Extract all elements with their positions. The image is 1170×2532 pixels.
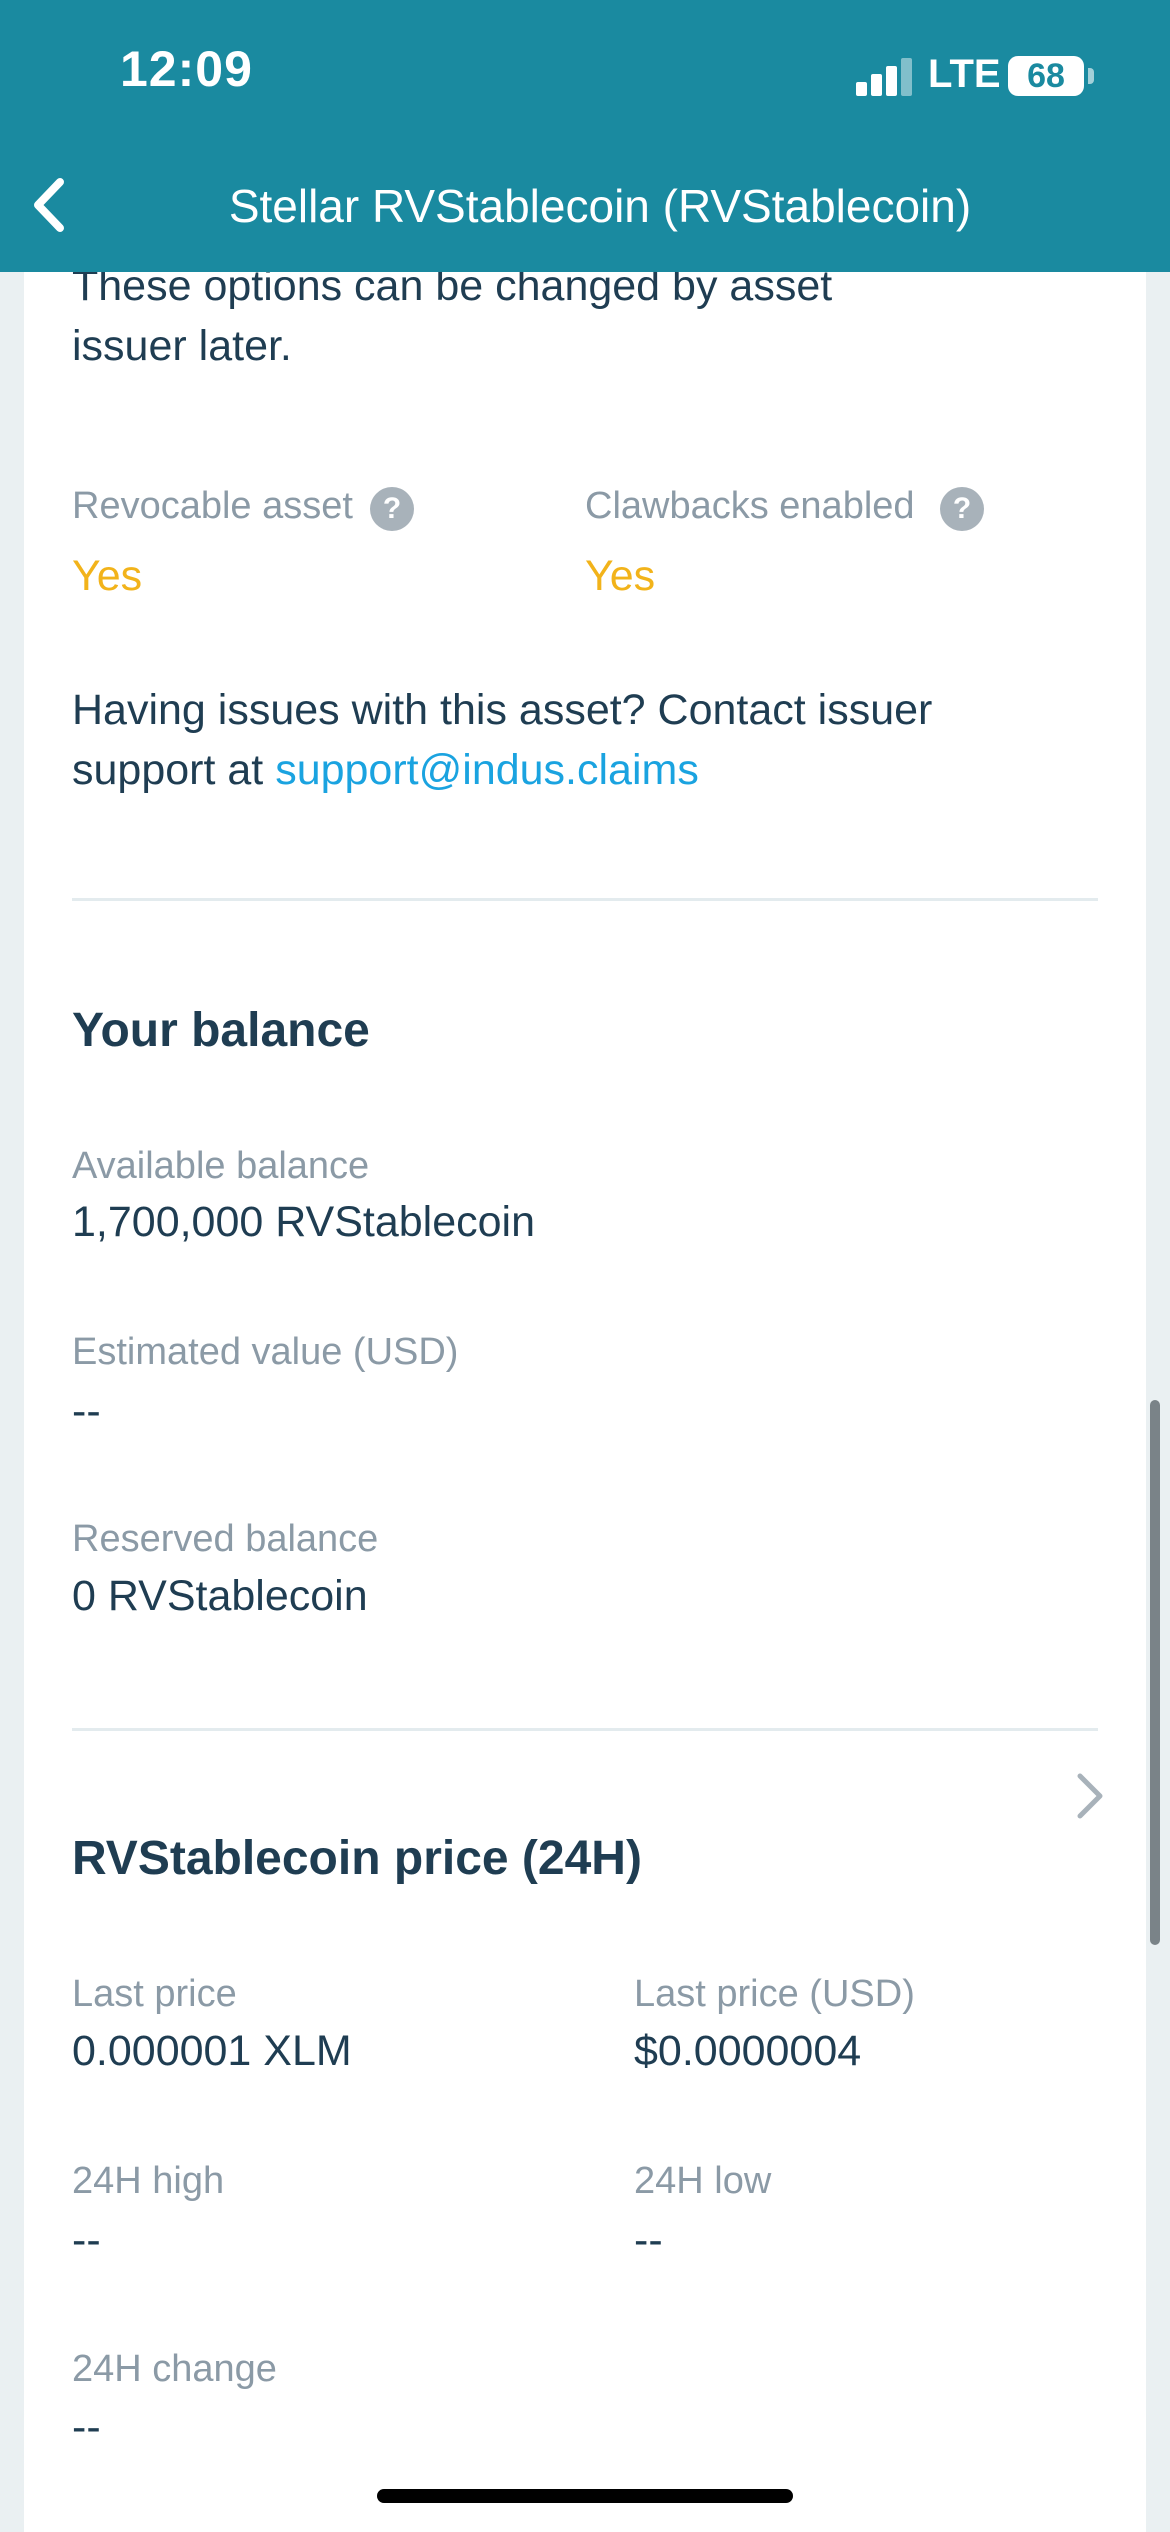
- last-price-value: 0.000001 XLM: [72, 2027, 352, 2075]
- network-type: LTE: [928, 52, 1001, 96]
- cellular-signal-icon: [856, 56, 912, 96]
- low-24h-value: --: [634, 2216, 663, 2264]
- back-arrow-icon[interactable]: [18, 170, 88, 240]
- revocable-help-icon[interactable]: ?: [370, 487, 414, 531]
- support-text-line2: support at support@indus.claims: [72, 740, 699, 800]
- support-prefix: support at: [72, 746, 276, 794]
- screen: These options can be changed by asset is…: [0, 0, 1170, 2532]
- header: 12:09 LTE 68 Stellar RVStablecoin (RVSta…: [0, 0, 1170, 272]
- available-balance-value: 1,700,000 RVStablecoin: [72, 1198, 536, 1246]
- reserved-balance-row[interactable]: Reserved balance 0 RVStablecoin: [24, 1500, 1146, 1650]
- last-price-label: Last price: [72, 1973, 237, 2015]
- last-price-usd-label: Last price (USD): [634, 1973, 915, 2015]
- available-balance-label: Available balance: [72, 1145, 370, 1187]
- price-heading: RVStablecoin price (24H): [72, 1832, 642, 1885]
- chevron-right-icon[interactable]: [1070, 1766, 1110, 1826]
- section-divider: [72, 898, 1098, 901]
- last-price-usd-value: $0.0000004: [634, 2027, 862, 2075]
- battery-icon: 68: [1008, 56, 1084, 96]
- options-intro-line2: issuer later.: [72, 322, 292, 370]
- scrollbar[interactable]: [1150, 1400, 1160, 1945]
- estimated-value-value: --: [72, 1387, 101, 1435]
- balance-heading: Your balance: [72, 1004, 370, 1057]
- low-24h-label: 24H low: [634, 2160, 772, 2202]
- clawbacks-help-icon[interactable]: ?: [940, 487, 984, 531]
- high-24h-value: --: [72, 2216, 101, 2264]
- page-title: Stellar RVStablecoin (RVStablecoin): [228, 180, 972, 232]
- asset-details-card: These options can be changed by asset is…: [24, 230, 1146, 2532]
- change-24h-value: --: [72, 2403, 101, 2451]
- change-24h-label: 24H change: [72, 2348, 277, 2390]
- battery-tip: [1088, 68, 1094, 84]
- revocable-asset-value: Yes: [72, 552, 143, 600]
- battery-level: 68: [1027, 57, 1065, 95]
- reserved-balance-label: Reserved balance: [72, 1518, 379, 1560]
- section-divider: [72, 1728, 1098, 1731]
- high-24h-label: 24H high: [72, 2160, 225, 2202]
- revocable-asset-label: Revocable asset: [72, 485, 353, 527]
- reserved-balance-value: 0 RVStablecoin: [72, 1572, 368, 1620]
- status-time: 12:09: [120, 41, 253, 97]
- estimated-value-label: Estimated value (USD): [72, 1331, 459, 1373]
- clawbacks-enabled-value: Yes: [585, 552, 656, 600]
- support-text-line1: Having issues with this asset? Contact i…: [72, 686, 933, 734]
- support-email-link[interactable]: support@indus.claims: [275, 746, 699, 794]
- clawbacks-enabled-label: Clawbacks enabled: [585, 485, 915, 527]
- home-indicator[interactable]: [377, 2489, 793, 2503]
